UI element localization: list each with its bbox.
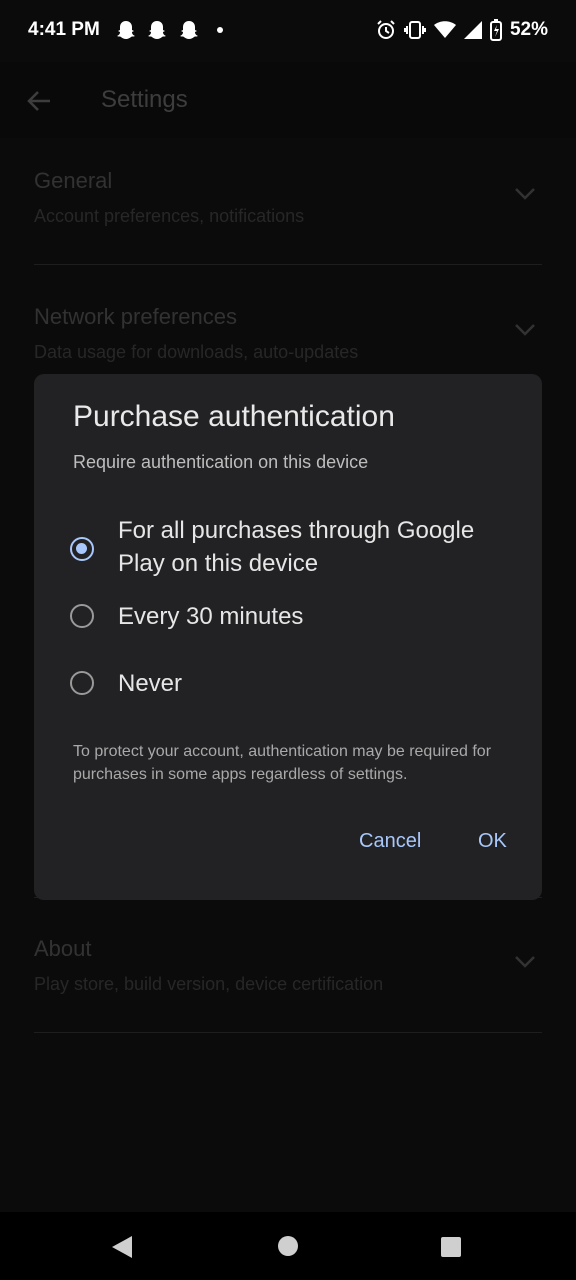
option-label: Every 30 minutes <box>118 603 304 630</box>
option-all-purchases[interactable]: For all purchases through Google Play on… <box>70 514 530 584</box>
cancel-button[interactable]: Cancel <box>359 830 421 853</box>
purchase-authentication-dialog: Purchase authentication Require authenti… <box>34 374 542 900</box>
status-time: 4:41 PM <box>28 19 100 40</box>
status-icons: 52% <box>376 18 548 42</box>
radio-unselected[interactable] <box>70 604 94 628</box>
option-never[interactable]: Never <box>70 667 530 701</box>
snapchat-icon <box>148 21 166 39</box>
option-every-30-minutes[interactable]: Every 30 minutes <box>70 600 530 634</box>
dialog-note: To protect your account, authentication … <box>73 743 492 783</box>
nav-back-icon[interactable] <box>112 1236 132 1258</box>
radio-selected[interactable] <box>70 537 94 561</box>
system-nav-bar <box>0 1212 576 1280</box>
battery-percent: 52% <box>509 19 548 40</box>
radio-unselected[interactable] <box>70 671 94 695</box>
snapchat-icon <box>180 21 198 39</box>
alarm-icon <box>377 20 395 39</box>
dialog-title: Purchase authentication <box>73 400 395 433</box>
battery-icon <box>489 19 502 41</box>
status-bar: 4:41 PM 52% <box>0 0 576 62</box>
option-label: Never <box>118 670 183 697</box>
ok-button[interactable]: OK <box>478 830 507 853</box>
dialog-subtitle: Require authentication on this device <box>73 452 369 472</box>
option-label: For all purchases through Google Play on… <box>118 517 475 577</box>
vibrate-icon <box>403 21 426 39</box>
signal-icon <box>463 21 482 39</box>
snapchat-icon <box>117 21 135 39</box>
wifi-icon <box>433 21 456 38</box>
nav-home-icon[interactable] <box>278 1236 298 1256</box>
nav-recents-icon[interactable] <box>441 1237 461 1257</box>
notification-dot <box>217 27 223 33</box>
